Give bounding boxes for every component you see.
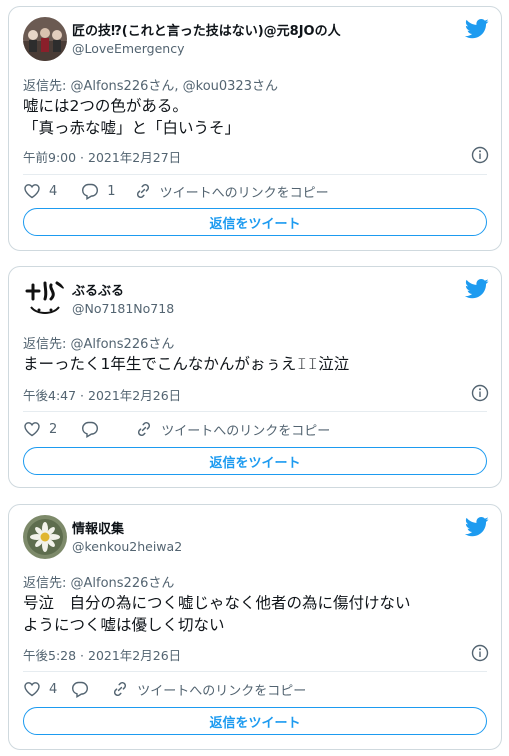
link-icon: [136, 183, 149, 199]
reply-icon: [82, 421, 99, 438]
divider: [23, 671, 487, 672]
tweet-text-line: 「真っ赤な嘘」と「白いうそ」: [23, 119, 241, 137]
tweet-card[interactable]: ぶるぶる @No7181No718 返信先: @Alfons226さん まーった…: [8, 266, 502, 488]
user-handle[interactable]: @LoveEmergency: [72, 41, 184, 56]
like-count: 4: [49, 681, 58, 697]
display-name[interactable]: 情報収集: [72, 518, 124, 537]
tweet-text-line: 嘘には2つの色がある。: [23, 97, 188, 115]
tweet-text-line: ようにつく嘘は優しく切ない: [23, 616, 225, 634]
reply-to-label: 返信先: @Alfons226さん: [23, 337, 175, 352]
link-icon: [138, 421, 151, 437]
copy-link-label: ツイートへのリンクをコピー: [161, 423, 331, 439]
reply-tweet-button[interactable]: 返信をツイート: [23, 707, 487, 735]
tweet-timestamp[interactable]: 午後4:47 · 2021年2月26日: [23, 385, 181, 404]
twitter-bird-icon[interactable]: [465, 279, 489, 299]
info-icon[interactable]: [471, 146, 489, 164]
tweet-text-line: まーったく1年生でこんなかんがぉぅえ𝙸𝙸泣泣: [23, 355, 350, 373]
display-name[interactable]: 匠の技⁉(これと言った技はない)@元8JOの人: [72, 20, 341, 39]
like-button[interactable]: 4: [23, 680, 57, 698]
reply-button[interactable]: [71, 680, 97, 698]
display-name[interactable]: ぶるぶる: [72, 280, 124, 299]
user-handle[interactable]: @kenkou2heiwa2: [72, 539, 182, 554]
like-count: 4: [49, 183, 58, 199]
user-handle[interactable]: @No7181No718: [72, 301, 174, 316]
reply-icon: [72, 681, 89, 698]
copy-link-button[interactable]: ツイートへのリンクをコピー: [135, 420, 330, 439]
like-button[interactable]: 4: [23, 182, 57, 200]
tweet-timestamp[interactable]: 午前9:00 · 2021年2月27日: [23, 147, 181, 166]
copy-link-button[interactable]: ツイートへのリンクをコピー: [134, 182, 329, 201]
avatar[interactable]: [23, 515, 67, 559]
divider: [23, 174, 487, 175]
info-icon[interactable]: [471, 384, 489, 402]
reply-tweet-button[interactable]: 返信をツイート: [23, 208, 487, 236]
avatar[interactable]: [23, 277, 67, 321]
copy-link-label: ツイートへのリンクをコピー: [137, 683, 307, 699]
divider: [23, 411, 487, 412]
reply-count: 1: [107, 183, 116, 199]
twitter-bird-icon[interactable]: [465, 19, 489, 39]
heart-icon: [24, 422, 40, 437]
action-bar: 2 ツイートへのリンクをコピー: [23, 419, 330, 439]
action-bar: 4 ツイートへのリンクをコピー: [23, 679, 306, 699]
heart-icon: [24, 184, 40, 199]
tweet-text-line: 号泣 自分の為につく嘘じゃなく他者の為に傷付けない: [23, 594, 411, 612]
tweet-card[interactable]: 匠の技⁉(これと言った技はない)@元8JOの人 @LoveEmergency 返…: [8, 6, 502, 251]
reply-tweet-button[interactable]: 返信をツイート: [23, 447, 487, 475]
tweet-card[interactable]: 情報収集 @kenkou2heiwa2 返信先: @Alfons226さん 号泣…: [8, 504, 502, 750]
avatar[interactable]: [23, 17, 67, 61]
heart-icon: [24, 682, 40, 697]
like-count: 2: [49, 421, 58, 437]
link-icon: [114, 681, 127, 697]
copy-link-button[interactable]: ツイートへのリンクをコピー: [111, 680, 306, 699]
action-bar: 4 1 ツイートへのリンクをコピー: [23, 181, 329, 201]
like-button[interactable]: 2: [23, 420, 57, 438]
reply-button[interactable]: [81, 420, 107, 438]
reply-button[interactable]: 1: [81, 182, 116, 200]
reply-to-label: 返信先: @Alfons226さん: [23, 576, 175, 591]
reply-icon: [82, 183, 99, 200]
tweet-timestamp[interactable]: 午後5:28 · 2021年2月26日: [23, 645, 181, 664]
copy-link-label: ツイートへのリンクをコピー: [159, 185, 329, 201]
twitter-bird-icon[interactable]: [465, 517, 489, 537]
reply-to-label: 返信先: @Alfons226さん, @kou0323さん: [23, 79, 278, 94]
info-icon[interactable]: [471, 644, 489, 662]
